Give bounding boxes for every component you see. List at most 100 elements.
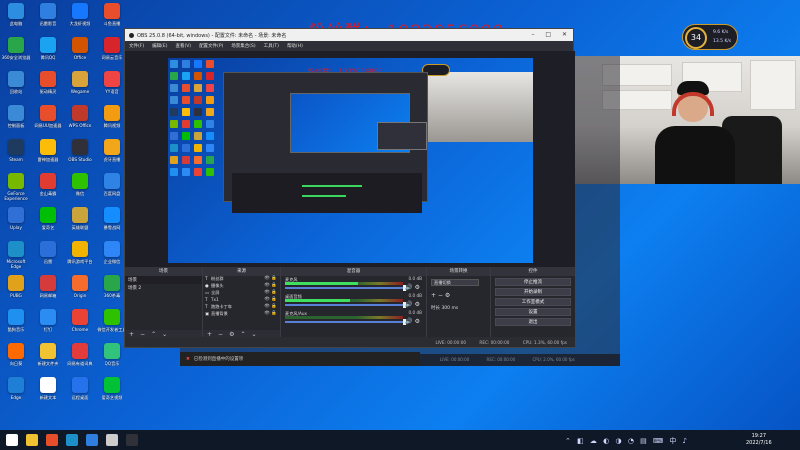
settings-button[interactable]: 设置 (495, 308, 571, 316)
desktop-icon[interactable]: 向日葵 (0, 340, 32, 374)
lock-icon[interactable]: 🔒 (271, 304, 277, 309)
menu-item[interactable]: 场景集合(S) (231, 44, 255, 49)
desktop-icon[interactable]: 金山毒霸 (32, 170, 64, 204)
channel-settings-icon[interactable]: ⚙ (415, 301, 420, 308)
desktop-icon[interactable]: 360安全浏览器 (0, 34, 32, 68)
add-transition-button[interactable]: + (431, 292, 436, 299)
speaker-icon[interactable]: 🔊 (405, 318, 412, 325)
taskbar-app-icon[interactable] (106, 434, 118, 446)
source-item[interactable]: T 跑跑卡丁车 👁 🔒 (203, 304, 280, 311)
desktop-icon[interactable]: 控制面板 (0, 102, 32, 136)
desktop-icon[interactable]: Chrome (64, 306, 96, 340)
visibility-eye-icon[interactable]: 👁 (264, 290, 270, 295)
scene-item[interactable]: 场景 (125, 276, 202, 284)
volume-slider[interactable] (285, 321, 403, 323)
transition-select[interactable]: 直播切换 (431, 279, 479, 286)
desktop-icon[interactable]: OBS Studio (64, 136, 96, 170)
lock-icon[interactable]: 🔒 (271, 311, 277, 316)
studio-mode-button[interactable]: 工作室模式 (495, 298, 571, 306)
menu-item[interactable]: 查看(V) (175, 44, 191, 49)
duration-value[interactable]: 300 ms (441, 306, 458, 311)
desktop-icon[interactable]: 爱奇艺 (32, 204, 64, 238)
menu-item[interactable]: 配置文件(P) (199, 44, 223, 49)
desktop-icon[interactable]: 腾讯QQ (32, 34, 64, 68)
obs-titlebar[interactable]: OBS 25.0.8 (64-bit, windows) - 配置文件: 未命名… (125, 29, 573, 41)
desktop-icon[interactable]: 回收站 (0, 68, 32, 102)
desktop-icon[interactable]: 网易有道词典 (64, 340, 96, 374)
visibility-eye-icon[interactable]: 👁 (264, 304, 270, 309)
speaker-icon[interactable]: 🔊 (405, 301, 412, 308)
desktop-icon[interactable]: 酷狗音乐 (0, 306, 32, 340)
taskbar-app-icon[interactable] (86, 434, 98, 446)
channel-settings-icon[interactable]: ⚙ (415, 318, 420, 325)
desktop-icon[interactable]: 驱动精灵 (32, 68, 64, 102)
desktop-icon[interactable]: 雷神加速器 (32, 136, 64, 170)
desktop-icon[interactable]: Wegame (64, 68, 96, 102)
clock[interactable]: 19:27 2022/7/16 (746, 433, 772, 447)
source-item[interactable]: T 粉丝群 👁 🔒 (203, 276, 280, 283)
desktop-icon[interactable]: 钉钉 (32, 306, 64, 340)
menu-item[interactable]: 编辑(E) (152, 44, 167, 49)
source-item[interactable]: ▭ 全屏 👁 🔒 (203, 290, 280, 297)
lock-icon[interactable]: 🔒 (271, 283, 277, 288)
lock-icon[interactable]: 🔒 (271, 276, 277, 281)
stop-streaming-button[interactable]: 停止推流 (495, 278, 571, 286)
visibility-eye-icon[interactable]: 👁 (264, 311, 270, 316)
maximize-button[interactable]: □ (545, 31, 551, 38)
source-item[interactable]: ▣ 直播背景 👁 🔒 (203, 311, 280, 318)
desktop-icon[interactable]: 网易邮箱 (32, 272, 64, 306)
desktop-icon[interactable]: 新建文本 (32, 374, 64, 408)
taskbar-app-icon[interactable] (66, 434, 78, 446)
speaker-icon[interactable]: 🔊 (405, 284, 412, 291)
desktop-icon[interactable]: 网易UU加速器 (32, 102, 64, 136)
transition-settings-icon[interactable]: ⚙ (445, 292, 450, 299)
volume-slider[interactable] (285, 304, 403, 306)
system-tray[interactable]: ⌃ ◧ ☁ ◐ ◑ ◔ ▤ ⌨ 中 ♪ (565, 436, 689, 446)
desktop-icon[interactable]: 此电脑 (0, 0, 32, 34)
source-item[interactable]: T Tx1 👁 🔒 (203, 297, 280, 304)
volume-slider[interactable] (285, 287, 403, 289)
channel-settings-icon[interactable]: ⚙ (415, 284, 420, 291)
taskbar-app-icon[interactable] (46, 434, 58, 446)
desktop-icon[interactable]: WPS Office (64, 102, 96, 136)
desktop-icon[interactable]: 大龙虾视频 (64, 0, 96, 34)
taskbar-app-icon[interactable] (26, 434, 38, 446)
preview-area[interactable]: 粉丝群： 1032056998 (125, 51, 575, 295)
source-item[interactable]: ● 摄像头 👁 🔒 (203, 283, 280, 290)
desktop-icon[interactable]: 英雄联盟 (64, 204, 96, 238)
desktop-icon[interactable]: Edge (0, 374, 32, 408)
desktop-icon[interactable]: 远程桌面 (64, 374, 96, 408)
desktop-icon[interactable]: GeForce Experience (0, 170, 32, 204)
desktop-icon[interactable]: 新建文件夹 (32, 340, 64, 374)
remove-transition-button[interactable]: − (438, 292, 443, 299)
desktop-icon[interactable]: Uplay (0, 204, 32, 238)
preview-canvas[interactable]: 粉丝群： 1032056998 (168, 58, 533, 263)
visibility-eye-icon[interactable]: 👁 (264, 276, 270, 281)
lock-icon[interactable]: 🔒 (271, 297, 277, 302)
exit-button[interactable]: 退出 (495, 318, 571, 326)
menu-item[interactable]: 文件(F) (129, 44, 144, 49)
desktop-icon[interactable]: 微信 (64, 170, 96, 204)
start-recording-button[interactable]: 开始录制 (495, 288, 571, 296)
desktop-icon[interactable]: 爱奇艺视频 (96, 374, 128, 408)
desktop-icon[interactable]: PUBG (0, 272, 32, 306)
desktop-icon[interactable]: Office (64, 34, 96, 68)
desktop-icon[interactable]: 腾讯游戏平台 (64, 238, 96, 272)
obs-window[interactable]: OBS 25.0.8 (64-bit, windows) - 配置文件: 未命名… (124, 28, 575, 348)
desktop-icon[interactable]: Microsoft Edge (0, 238, 32, 272)
menu-item[interactable]: 工具(T) (264, 44, 279, 49)
cpu-usage: CPU: 1.3%, 60.00 fps (522, 340, 567, 345)
desktop-icon[interactable]: 迅雷 (32, 238, 64, 272)
close-button[interactable]: ✕ (562, 31, 567, 38)
visibility-eye-icon[interactable]: 👁 (264, 297, 270, 302)
start-button[interactable] (6, 434, 18, 446)
scene-item[interactable]: 场景 2 (125, 284, 202, 292)
visibility-eye-icon[interactable]: 👁 (264, 283, 270, 288)
taskbar-app-icon[interactable] (126, 434, 138, 446)
menu-item[interactable]: 帮助(H) (287, 44, 303, 49)
desktop-icon[interactable]: 迅雷影音 (32, 0, 64, 34)
desktop-icon[interactable]: Steam (0, 136, 32, 170)
minimize-button[interactable]: – (531, 31, 534, 38)
desktop-icon[interactable]: Origin (64, 272, 96, 306)
lock-icon[interactable]: 🔒 (271, 290, 277, 295)
